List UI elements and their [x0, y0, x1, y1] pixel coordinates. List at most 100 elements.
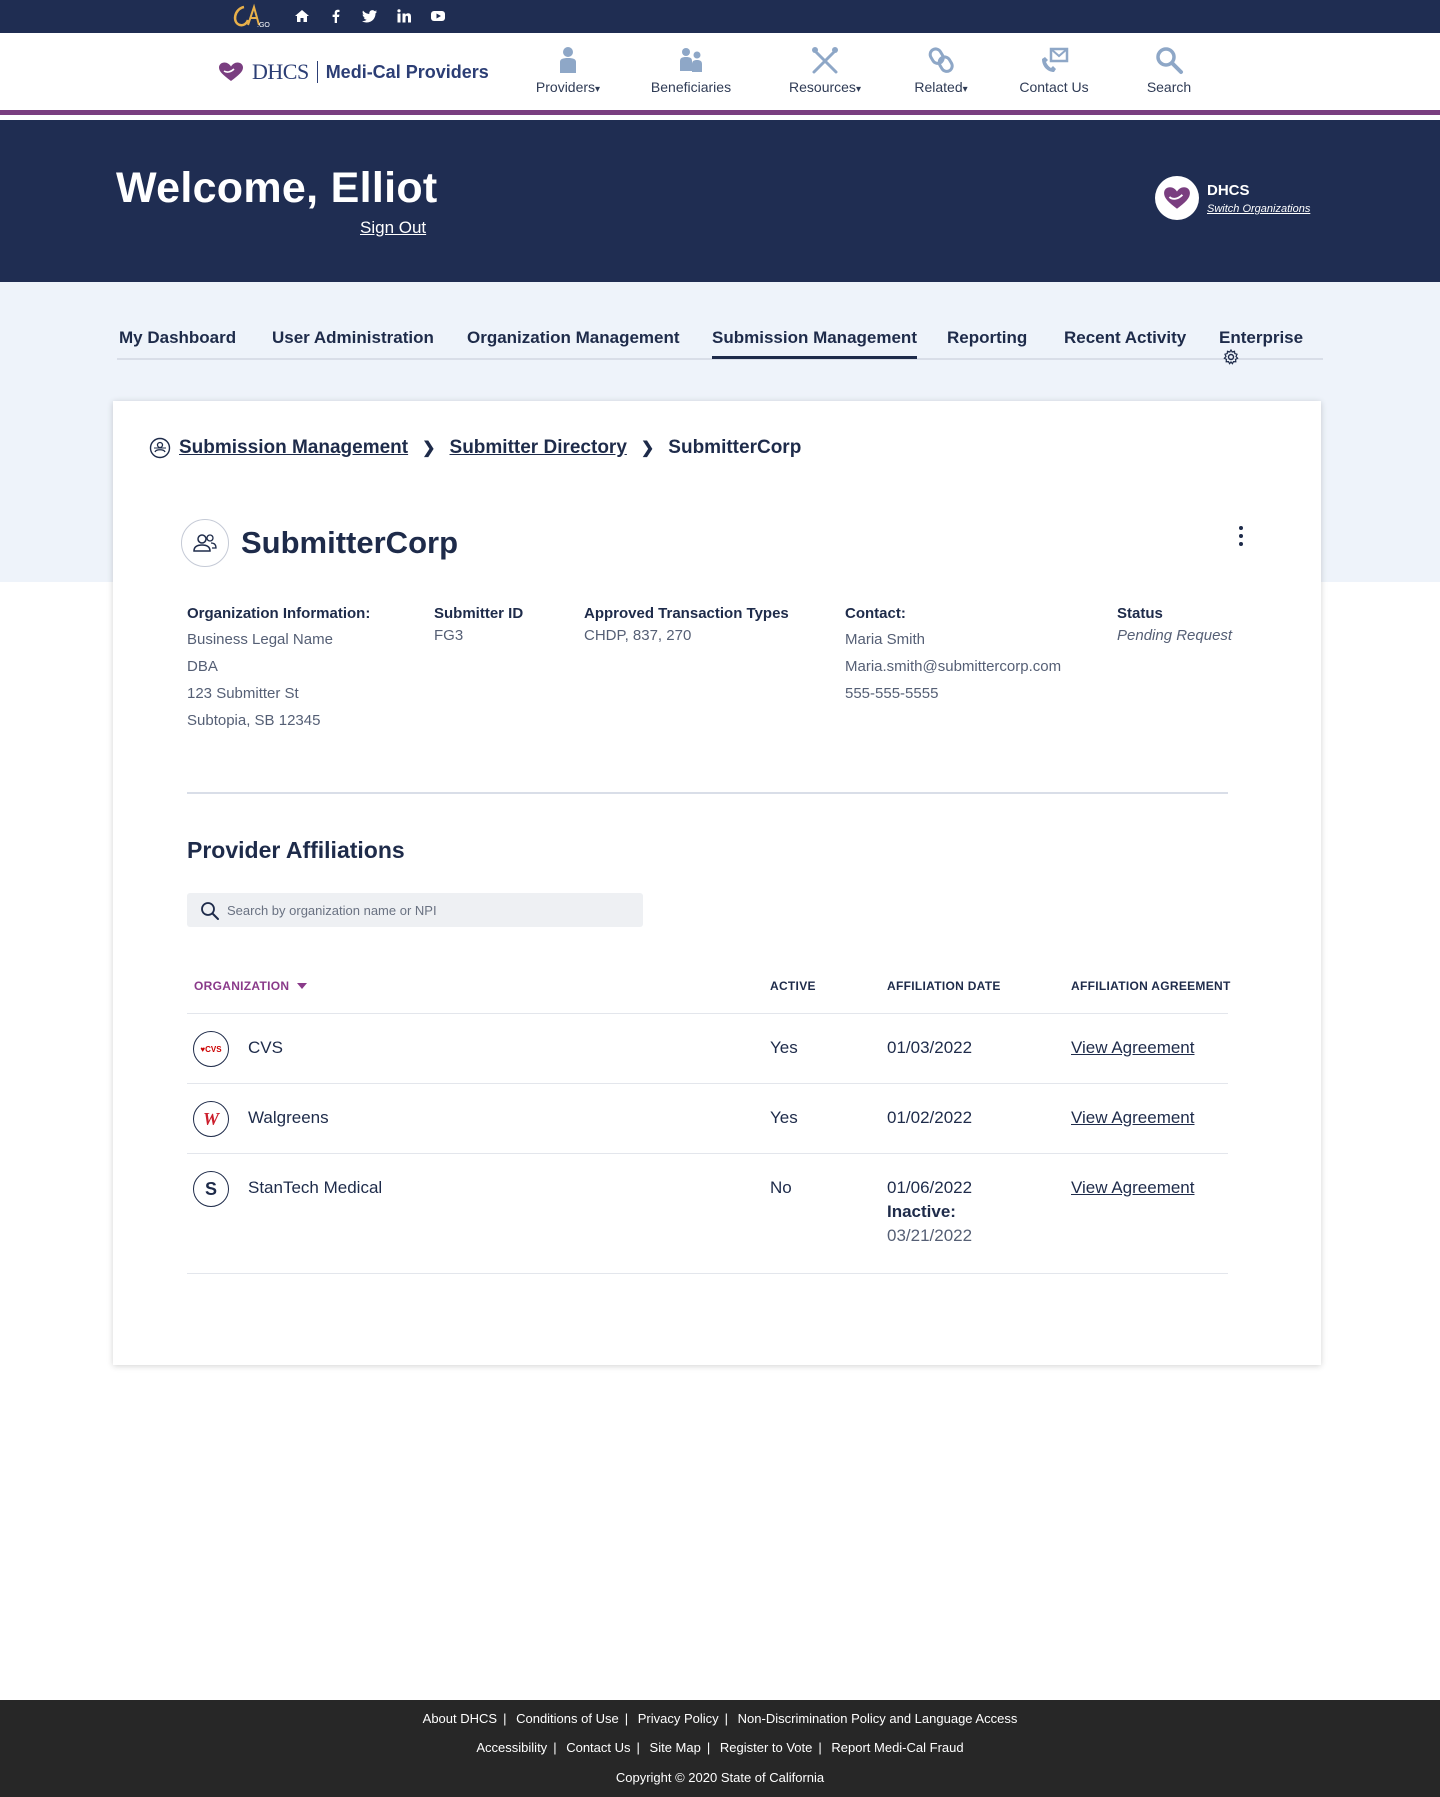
sort-desc-icon	[297, 983, 308, 989]
switch-organizations-link[interactable]: Switch Organizations	[1207, 203, 1310, 215]
breadcrumb-current: SubmitterCorp	[668, 437, 802, 458]
column-header-affiliation-agreement: AFFILIATION AGREEMENT	[1071, 979, 1231, 993]
chevron-down-icon: ▾	[595, 84, 601, 95]
welcome-heading: Welcome, Elliot	[116, 164, 438, 212]
affiliation-search-input[interactable]	[227, 899, 627, 921]
footer-links-row-1: About DHCS | Conditions of Use | Privacy P…	[422, 1711, 1018, 1726]
people-icon	[680, 48, 702, 72]
nav-providers[interactable]: Providers▾	[513, 45, 623, 97]
footer-link-accessibility[interactable]: Accessibility	[476, 1740, 547, 1755]
footer-link-report-fraud[interactable]: Report Medi-Cal Fraud	[831, 1740, 963, 1755]
gear-icon	[1223, 349, 1239, 365]
org-name-cell: CVS	[248, 1038, 283, 1057]
column-header-affiliation-date: AFFILIATION DATE	[887, 979, 1001, 993]
twitter-icon[interactable]	[362, 8, 378, 24]
org-information: Organization Information: Business Legal…	[187, 604, 370, 734]
tab-recent-activity[interactable]: Recent Activity	[1064, 328, 1186, 356]
affiliation-date-value: 01/06/2022	[887, 1178, 973, 1197]
person-icon	[560, 47, 576, 73]
users-icon	[193, 534, 217, 552]
view-agreement-link[interactable]: View Agreement	[1071, 1178, 1194, 1198]
facebook-icon[interactable]	[328, 8, 344, 24]
section-tabs: My Dashboard User Administration Organiz…	[117, 318, 1323, 365]
tab-enterprise[interactable]: Enterprise	[1219, 328, 1323, 376]
provider-affiliations-heading: Provider Affiliations	[187, 837, 405, 863]
inactive-label: Inactive:	[887, 1202, 956, 1221]
contact-label: Contact:	[845, 605, 906, 622]
svg-text:.GOV: .GOV	[257, 22, 270, 29]
org-name-cell: StanTech Medical	[248, 1178, 383, 1197]
footer-link-about[interactable]: About DHCS	[423, 1711, 497, 1726]
footer-link-contact[interactable]: Contact Us	[566, 1740, 630, 1755]
current-org-name: DHCS	[1207, 182, 1250, 199]
stantech-logo-icon: S	[193, 1171, 229, 1207]
tab-my-dashboard[interactable]: My Dashboard	[119, 328, 236, 356]
footer-link-site-map[interactable]: Site Map	[650, 1740, 701, 1755]
footer-copyright: Copyright © 2020 State of California	[615, 1770, 825, 1785]
nav-search[interactable]: Search	[1114, 45, 1224, 97]
transaction-types-value: CHDP, 837, 270	[584, 627, 692, 644]
view-agreement-link[interactable]: View Agreement	[1071, 1108, 1194, 1128]
footer-link-conditions[interactable]: Conditions of Use	[516, 1711, 619, 1726]
footer-link-privacy[interactable]: Privacy Policy	[638, 1711, 719, 1726]
submitter-detail-card: Submission Management ❯ Submitter Direct…	[113, 401, 1321, 1365]
table-row: W Walgreens Yes 01/02/2022 View Agreemen…	[187, 1083, 1228, 1153]
tab-organization-management[interactable]: Organization Management	[467, 328, 680, 356]
contact-name: Maria Smith	[845, 631, 926, 648]
breadcrumb-submission-management[interactable]: Submission Management	[179, 437, 408, 459]
main-nav: Providers▾ Beneficiaries Resources▾ Rela…	[0, 45, 1440, 105]
nav-contact-us[interactable]: Contact Us	[999, 45, 1109, 97]
more-options-icon[interactable]	[1237, 525, 1245, 547]
active-cell: Yes	[770, 1108, 798, 1127]
nav-beneficiaries[interactable]: Beneficiaries	[636, 45, 746, 97]
link-icon	[928, 47, 954, 73]
transaction-types-block: Approved Transaction Types CHDP, 837, 27…	[584, 604, 789, 646]
site-footer: About DHCS | Conditions of Use | Privacy P…	[0, 1700, 1440, 1797]
submitter-id-value: FG3	[434, 627, 464, 644]
table-row: ♥CVS CVS Yes 01/03/2022 View Agreement	[187, 1013, 1228, 1083]
search-icon	[1156, 47, 1183, 74]
org-name-cell: Walgreens	[248, 1108, 329, 1127]
home-icon[interactable]	[294, 8, 310, 24]
chevron-down-icon: ▾	[962, 84, 968, 95]
footer-links-row-2: Accessibility | Contact Us | Site Map | Reg…	[476, 1740, 964, 1755]
org-dba: DBA	[187, 658, 218, 675]
org-avatar	[1155, 176, 1199, 220]
cvs-logo-icon: ♥CVS	[193, 1031, 229, 1067]
nav-related[interactable]: Related▾	[886, 45, 996, 97]
breadcrumb: Submission Management ❯ Submitter Direct…	[149, 437, 801, 459]
column-header-organization[interactable]: ORGANIZATION	[194, 979, 308, 993]
contact-phone: 555-555-5555	[845, 685, 939, 702]
submission-icon	[149, 437, 171, 459]
inactive-date: 03/21/2022	[887, 1226, 973, 1245]
transaction-types-label: Approved Transaction Types	[584, 605, 789, 622]
org-legal-name: Business Legal Name	[187, 631, 333, 648]
footer-link-register-vote[interactable]: Register to Vote	[720, 1740, 813, 1755]
tab-submission-management[interactable]: Submission Management	[712, 328, 917, 359]
active-cell: No	[770, 1178, 792, 1197]
nav-resources[interactable]: Resources▾	[770, 45, 880, 97]
breadcrumb-submitter-directory[interactable]: Submitter Directory	[450, 437, 627, 459]
top-utility-bar: .GOV	[0, 0, 1440, 33]
footer-link-non-discrimination[interactable]: Non-Discrimination Policy and Language A…	[738, 1711, 1018, 1726]
chevron-right-icon: ❯	[640, 440, 655, 457]
social-links	[294, 8, 446, 24]
status-label: Status	[1117, 605, 1163, 622]
tab-reporting[interactable]: Reporting	[947, 328, 1027, 356]
org-info-label: Organization Information:	[187, 605, 371, 622]
linkedin-icon[interactable]	[396, 8, 412, 24]
contact-email: Maria.smith@submittercorp.com	[845, 658, 1062, 675]
ca-gov-logo-icon[interactable]: .GOV	[228, 3, 270, 29]
chevron-right-icon: ❯	[422, 440, 436, 457]
org-street: 123 Submitter St	[187, 685, 299, 702]
welcome-banner: Welcome, Elliot Sign Out DHCS Switch Org…	[0, 120, 1440, 282]
affiliation-date-cell: 01/06/2022 Inactive: 03/21/2022	[887, 1178, 972, 1246]
youtube-icon[interactable]	[430, 8, 446, 24]
view-agreement-link[interactable]: View Agreement	[1071, 1038, 1194, 1058]
section-divider	[187, 792, 1228, 794]
table-row: S StanTech Medical No 01/06/2022 Inactiv…	[187, 1153, 1228, 1273]
tab-user-administration[interactable]: User Administration	[272, 328, 434, 356]
org-city: Subtopia, SB 12345	[187, 712, 321, 729]
sign-out-link[interactable]: Sign Out	[360, 218, 426, 238]
table-bottom-border	[187, 1273, 1228, 1274]
